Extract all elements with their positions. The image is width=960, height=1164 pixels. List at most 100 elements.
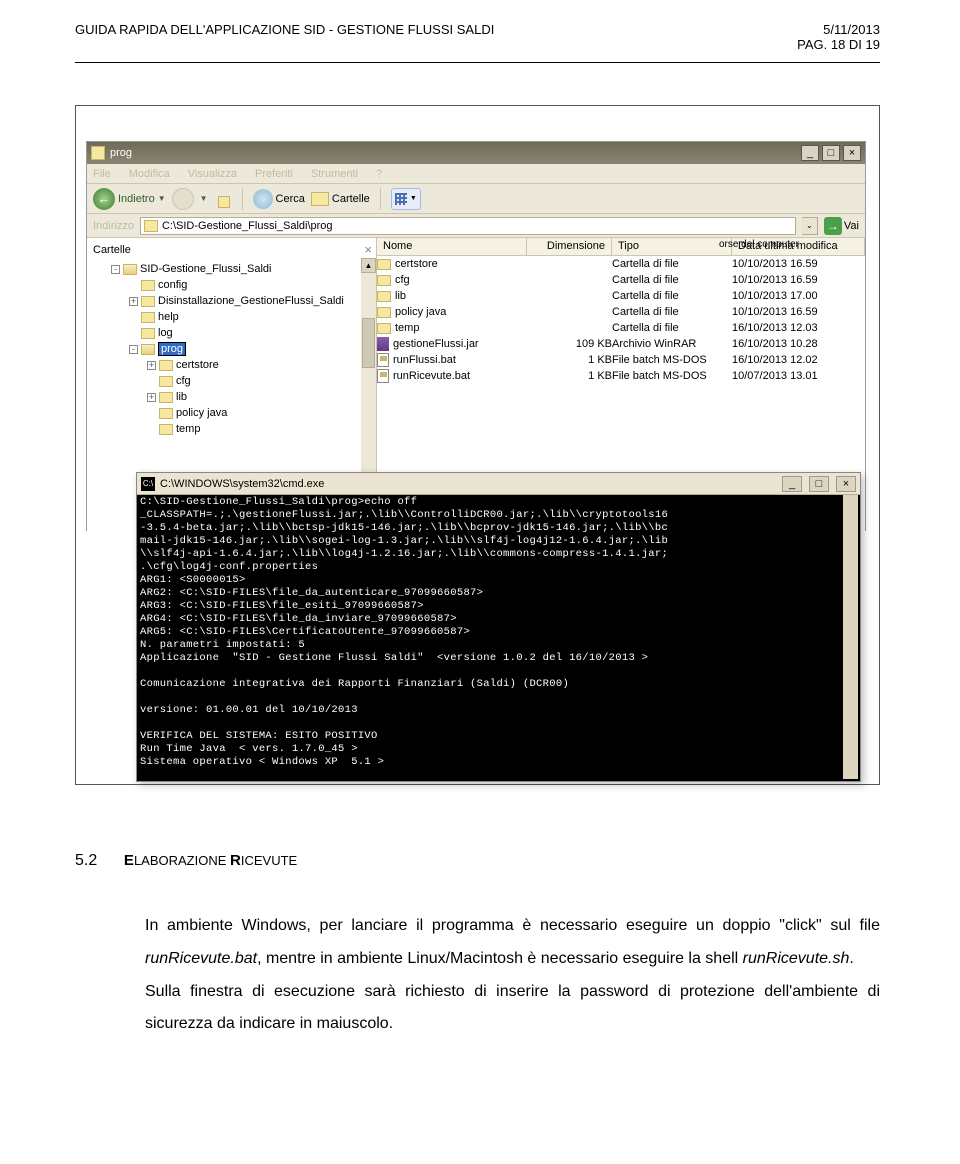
file-name: gestioneFlussi.jar (393, 338, 479, 350)
close-button[interactable]: × (836, 476, 856, 492)
para-text-4: Sulla finestra di esecuzione sarà richie… (145, 983, 880, 1033)
cmd-titlebar[interactable]: C:\ C:\WINDOWS\system32\cmd.exe _ □ × (137, 473, 860, 495)
chevron-down-icon: ▼ (410, 195, 417, 202)
cmd-icon: C:\ (141, 477, 155, 491)
folder-icon (141, 296, 155, 307)
file-name: runFlussi.bat (393, 354, 456, 366)
cutoff-text: orse del computer (719, 239, 799, 250)
menu-help[interactable]: ? (376, 168, 382, 180)
chevron-down-icon[interactable]: ▼ (200, 194, 208, 203)
list-item[interactable]: runFlussi.bat1 KBFile batch MS-DOS16/10/… (377, 352, 865, 368)
up-button[interactable] (214, 190, 232, 208)
view-button[interactable]: ▼ (391, 188, 421, 210)
blank (147, 409, 156, 418)
expand-icon[interactable]: + (129, 297, 138, 306)
menu-strumenti[interactable]: Strumenti (311, 168, 358, 180)
expand-icon[interactable]: + (147, 393, 156, 402)
list-item[interactable]: certstoreCartella di file10/10/2013 16.5… (377, 256, 865, 272)
blank (129, 329, 138, 338)
tree-item[interactable]: -SID-Gestione_Flussi_Saldi (93, 261, 376, 277)
col-type[interactable]: Tipo (612, 238, 732, 255)
folder-icon (377, 259, 391, 270)
file-size: 1 KB (527, 370, 612, 382)
header-rule (75, 62, 880, 63)
tree-item[interactable]: -prog (93, 341, 376, 357)
minimize-button[interactable]: _ (782, 476, 802, 492)
para-text-3: . (849, 950, 853, 967)
tree-header: Cartelle × (93, 242, 376, 261)
address-label: Indirizzo (93, 220, 134, 232)
list-item[interactable]: policy javaCartella di file10/10/2013 16… (377, 304, 865, 320)
maximize-button[interactable]: □ (822, 145, 840, 161)
tree-item[interactable]: +lib (93, 389, 376, 405)
folder-icon (123, 264, 137, 275)
explorer-menubar: File Modifica Visualizza Preferiti Strum… (87, 164, 865, 184)
folder-icon (91, 146, 105, 160)
collapse-icon[interactable]: - (111, 265, 120, 274)
menu-visualizza[interactable]: Visualizza (188, 168, 237, 180)
list-item[interactable]: tempCartella di file16/10/2013 12.03 (377, 320, 865, 336)
pag-label: PAG. (797, 37, 831, 52)
folder-icon (311, 192, 329, 206)
col-dim[interactable]: Dimensione (527, 238, 612, 255)
tree-item-label: cfg (176, 375, 191, 387)
address-dropdown[interactable]: ⌄ (802, 217, 818, 235)
collapse-icon[interactable]: - (129, 345, 138, 354)
back-button[interactable]: ← Indietro ▼ (93, 188, 166, 210)
tree-item[interactable]: help (93, 309, 376, 325)
cmd-output: C:\SID-Gestione_Flussi_Saldi\prog>echo o… (137, 495, 860, 781)
tree-item[interactable]: +Disinstallazione_GestioneFlussi_Saldi (93, 293, 376, 309)
explorer-titlebar[interactable]: prog _ □ × (87, 142, 865, 164)
cmd-scrollbar[interactable] (843, 495, 858, 779)
menu-preferiti[interactable]: Preferiti (255, 168, 293, 180)
file-name: temp (395, 322, 419, 334)
menu-file[interactable]: File (93, 168, 111, 180)
list-item[interactable]: libCartella di file10/10/2013 17.00 (377, 288, 865, 304)
folder-icon (377, 291, 391, 302)
jar-icon (377, 337, 389, 351)
folders-button[interactable]: Cartelle (311, 192, 370, 206)
scroll-up-icon[interactable]: ▲ (361, 258, 376, 273)
search-button[interactable]: Cerca (253, 189, 305, 209)
file-type: Cartella di file (612, 274, 732, 286)
grid-icon (395, 193, 407, 205)
file-name: certstore (395, 258, 438, 270)
close-button[interactable]: × (843, 145, 861, 161)
forward-button[interactable] (172, 188, 194, 210)
tree-item-label: log (158, 327, 173, 339)
list-item[interactable]: gestioneFlussi.jar109 KBArchivio WinRAR1… (377, 336, 865, 352)
file-size: 109 KB (527, 338, 612, 350)
close-pane-icon[interactable]: × (364, 242, 372, 257)
file-runricevute-bat: runRicevute.bat (145, 950, 257, 967)
blank (129, 281, 138, 290)
file-type: Cartella di file (612, 322, 732, 334)
folder-icon (377, 323, 391, 334)
address-input[interactable]: C:\SID-Gestione_Flussi_Saldi\prog (140, 217, 796, 235)
tree-item[interactable]: temp (93, 421, 376, 437)
doc-date: 5/11/2013 (823, 22, 880, 37)
address-path: C:\SID-Gestione_Flussi_Saldi\prog (162, 220, 333, 232)
tree-item[interactable]: config (93, 277, 376, 293)
file-date: 10/10/2013 17.00 (732, 290, 865, 302)
tree-item[interactable]: log (93, 325, 376, 341)
tree-item[interactable]: cfg (93, 373, 376, 389)
menu-modifica[interactable]: Modifica (129, 168, 170, 180)
list-item[interactable]: cfgCartella di file10/10/2013 16.59 (377, 272, 865, 288)
file-type: Cartella di file (612, 306, 732, 318)
chevron-down-icon[interactable]: ▼ (158, 194, 166, 203)
section-heading: 5.2 ELABORAZIONE RICEVUTE (75, 852, 297, 870)
tree-item[interactable]: +certstore (93, 357, 376, 373)
para-text-1: In ambiente Windows, per lanciare il pro… (145, 917, 880, 934)
col-name[interactable]: Nome (377, 238, 527, 255)
cmd-window: C:\ C:\WINDOWS\system32\cmd.exe _ □ × C:… (136, 472, 861, 782)
file-runricevute-sh: runRicevute.sh (743, 950, 850, 967)
maximize-button[interactable]: □ (809, 476, 829, 492)
expand-icon[interactable]: + (147, 361, 156, 370)
list-item[interactable]: runRicevute.bat1 KBFile batch MS-DOS10/0… (377, 368, 865, 384)
section-number: 5.2 (75, 852, 97, 869)
go-button[interactable]: → Vai (824, 217, 859, 235)
minimize-button[interactable]: _ (801, 145, 819, 161)
tree-item[interactable]: policy java (93, 405, 376, 421)
tree-item-label: help (158, 311, 179, 323)
scroll-thumb[interactable] (362, 318, 375, 368)
